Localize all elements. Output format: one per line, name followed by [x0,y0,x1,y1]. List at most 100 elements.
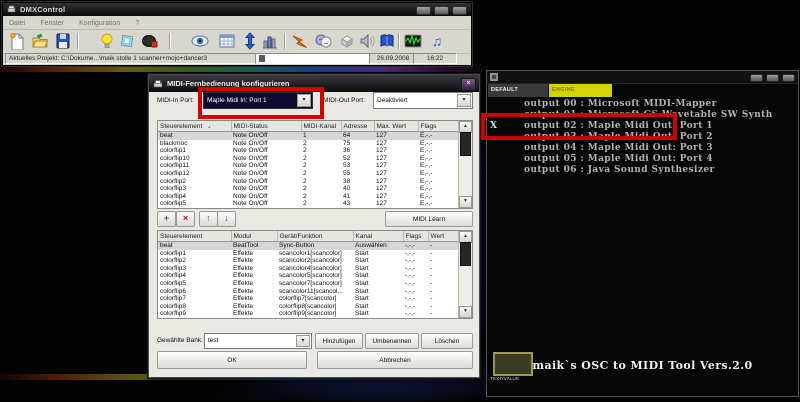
output-item[interactable]: output 04 : Maple Midi Out: Port 3 [487,143,798,154]
delete-bank-button[interactable]: Löschen [421,333,473,349]
open-folder-icon[interactable] [31,32,49,50]
midi-learn-button[interactable]: MIDI Learn [385,211,473,227]
bank-select[interactable]: test ▾ [204,333,312,349]
minimize-button[interactable] [750,74,763,82]
column-header[interactable]: Flags [418,121,459,132]
table-row[interactable]: colorflip3Note On/Off240127E,-,- [158,185,459,193]
table-row[interactable]: colorflip5Note On/Off243127E,-,- [158,200,459,208]
scrollbar-thumb[interactable] [460,132,471,156]
output-item[interactable]: output 00 : Microsoft MIDI-Mapper [487,99,798,110]
close-button[interactable] [452,6,467,15]
menu-fenster[interactable]: Fenster [40,20,64,27]
dmxcontrol-titlebar[interactable]: DMXControl [3,3,471,16]
scrollbar-thumb[interactable] [460,242,471,266]
midi-remote-dialog: MIDI-Fernbedienung konfigurieren × MIDI-… [148,74,480,378]
table-row[interactable]: colorflip1Effektescancolor1[scancolor]St… [158,250,459,258]
column-header[interactable]: Modul [231,231,277,242]
midi-status-table: Steuerelement▲MIDI-StatusMIDI-KanalAdres… [157,120,473,209]
tab-engine[interactable]: ENGINE [549,84,612,97]
delete-row-button[interactable]: × [176,211,195,227]
osc-titlebar[interactable] [487,71,798,84]
osc-tool-title: maik`s OSC to MIDI Tool Vers.2.0 [487,359,798,372]
move-down-button[interactable]: ↓ [217,211,236,227]
menu-datei[interactable]: Datei [9,20,25,27]
table-row[interactable]: colorflip2Effektescancolor2[scancolor]St… [158,257,459,265]
table-row[interactable]: blackmocNote On/Off275127E,-,- [158,140,459,148]
column-header[interactable]: Flags [403,231,428,242]
add-row-button[interactable]: + [157,211,176,227]
table-row[interactable]: colorflip12Note On/Off255127E,-,- [158,170,459,178]
time-label: 16:22 [413,53,457,64]
table-row[interactable]: colorflip10Note On/Off252127E,-,- [158,155,459,163]
menu-help[interactable]: ? [135,20,139,27]
scroll-down-icon[interactable]: ▼ [459,196,472,208]
desktop: DMXControl Datei Fenster Konfiguration ? [0,0,800,402]
speaker-icon[interactable] [358,32,376,50]
column-header[interactable]: MIDI-Status [231,121,301,132]
midi-out-port-label: MIDI-Out Port: [323,97,365,104]
dmxcontrol-window: DMXControl Datei Fenster Konfiguration ? [2,2,472,66]
cancel-button[interactable]: Abbrechen [317,351,473,369]
bank-label: Gewählte Bank: [157,337,203,344]
grid-icon[interactable] [218,32,236,50]
column-header[interactable]: Steuerelement [158,231,231,242]
book-icon[interactable] [378,32,396,50]
menu-konfiguration[interactable]: Konfiguration [79,20,120,27]
table-row[interactable]: colorflip7Effektecolorflip7[scancolor]St… [158,295,459,303]
column-header[interactable]: Gerät/Funktion [277,231,353,242]
light-bulb-icon[interactable] [98,32,116,50]
table-row[interactable]: colorflip1Note On/Off236127E,-,- [158,147,459,155]
column-header[interactable]: MIDI-Kanal [301,121,341,132]
eye-icon[interactable] [191,32,209,50]
chart-icon[interactable] [261,32,279,50]
equalizer-icon[interactable] [404,32,422,50]
up-down-icon[interactable] [241,32,259,50]
music-note-icon[interactable]: ♫ [428,32,446,50]
table-row[interactable]: beatBeatToolSync-ButtonAuswählen-,-,-- [158,242,459,250]
rename-bank-button[interactable]: Umbenennen [365,333,419,349]
minimize-button[interactable] [416,6,431,15]
fire-arrow-icon[interactable] [291,32,309,50]
close-button[interactable] [782,74,795,82]
table-scrollbar[interactable]: ▲ ▼ [458,231,472,318]
table-row[interactable]: colorflip8Effektecolorflip8[scancolor]St… [158,303,459,311]
table-row[interactable]: colorflip9Effektecolorflip9[scancolor]St… [158,310,459,318]
save-icon[interactable] [54,32,72,50]
table-row[interactable]: colorflip11Note On/Off253127E,-,- [158,162,459,170]
output-item[interactable]: output 05 : Maple Midi Out: Port 4 [487,154,798,165]
output-item[interactable]: output 06 : Java Sound Synthesizer [487,165,798,176]
table-row[interactable]: colorflip2Note On/Off238127E,-,- [158,178,459,186]
column-header[interactable]: Steuerelement▲ [158,121,231,132]
column-header[interactable]: Max. Wert [374,121,418,132]
cube-icon[interactable] [118,32,136,50]
masks-icon[interactable] [314,32,332,50]
maximize-button[interactable] [766,74,779,82]
mouse-icon[interactable] [141,32,159,50]
toolbar-separator [77,33,78,49]
tab-default[interactable]: DEFAULT [488,84,548,97]
table-row[interactable]: colorflip4Note On/Off241127E,-,- [158,193,459,201]
table-row[interactable]: colorflip6Effektescancolor11[scancol...S… [158,288,459,296]
app-icon [7,5,16,14]
table-row[interactable]: colorflip4Effektescancolor5[scancolor]St… [158,272,459,280]
table-row[interactable]: colorflip3Effektescancolor4[scancolor]St… [158,265,459,273]
maximize-button[interactable] [434,6,449,15]
table-scrollbar[interactable]: ▲ ▼ [458,121,472,208]
close-icon[interactable]: × [461,78,476,91]
column-header[interactable]: Adresse [341,121,374,132]
column-header[interactable]: Wert [428,231,459,242]
box3d-icon[interactable] [338,32,356,50]
chevron-down-icon[interactable]: ▾ [457,94,471,107]
ok-button[interactable]: OK [157,351,307,369]
table-row[interactable]: colorflip5Effektescancolor7[scancolor]St… [158,280,459,288]
text-value-label: TEXT/VALUE [490,376,519,381]
annotation-highlight-midi-in [198,87,324,119]
table-row[interactable]: beatNote On/Off164127E,-,- [158,132,459,140]
midi-out-port-select[interactable]: Deaktiviert ▾ [373,92,473,109]
chevron-down-icon[interactable]: ▾ [296,335,310,347]
scroll-down-icon[interactable]: ▼ [459,306,472,318]
new-document-icon[interactable] [8,32,26,50]
column-header[interactable]: Kanal [353,231,403,242]
add-bank-button[interactable]: Hinzufügen [315,333,363,349]
move-up-button[interactable]: ↑ [199,211,218,227]
